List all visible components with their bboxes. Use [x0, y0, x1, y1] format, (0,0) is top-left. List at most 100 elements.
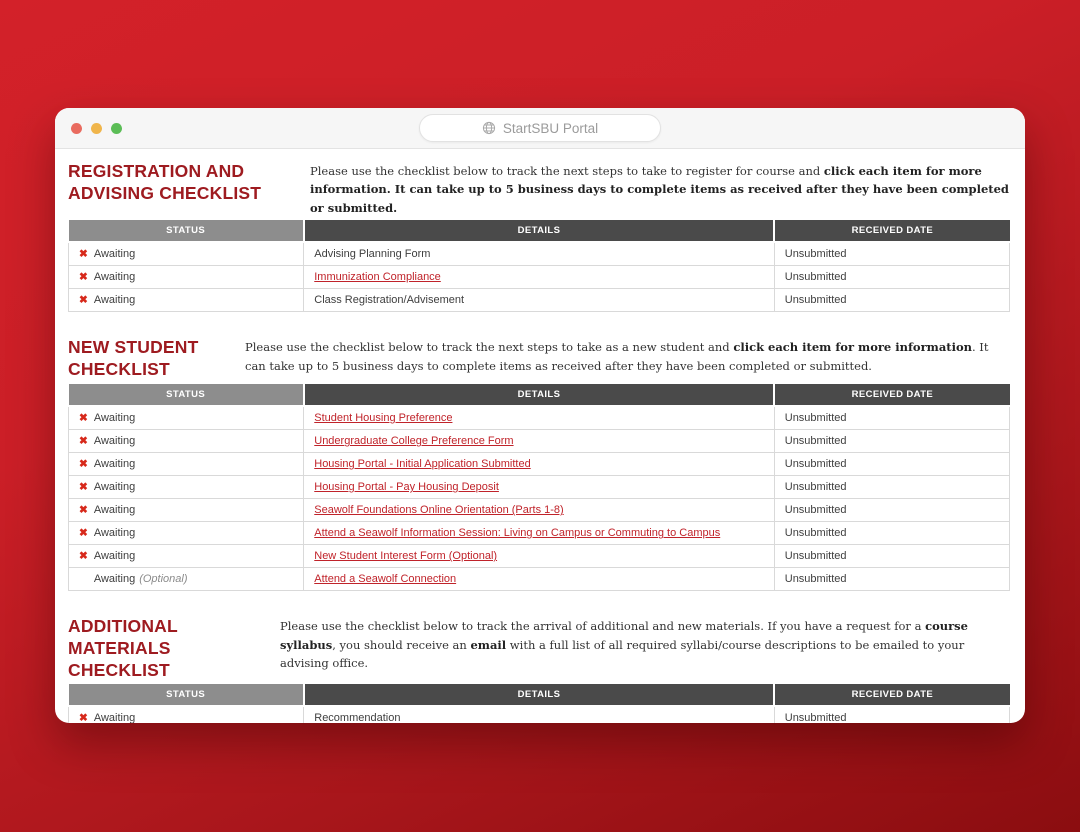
table-header-row: STATUSDETAILSRECEIVED DATE: [69, 684, 1010, 706]
detail-link[interactable]: New Student Interest Form (Optional): [314, 550, 497, 562]
paragraph-segment: Please use the checklist below to track …: [310, 164, 824, 178]
checklist-table: STATUSDETAILSRECEIVED DATE ✖Awaiting Reco…: [68, 684, 1010, 723]
status-label: Awaiting: [94, 435, 135, 447]
column-header-status: STATUS: [69, 384, 304, 406]
status-label: Awaiting: [94, 527, 135, 539]
table-row: ✖ Awaiting Attend a Seawolf Information Se…: [69, 522, 1010, 545]
section-description: Please use the checklist below to track …: [245, 338, 1010, 381]
status-cell: ✖Awaiting(Optional): [69, 568, 304, 591]
status-label: Awaiting: [94, 271, 135, 283]
paragraph-segment: email: [470, 638, 506, 652]
awaiting-x-icon: ✖: [79, 481, 88, 493]
section-title: NEW STUDENT CHECKLIST: [68, 337, 245, 381]
status-cell: ✖ Awaiting: [69, 242, 304, 266]
detail-link[interactable]: Attend a Seawolf Information Session: Li…: [314, 527, 720, 539]
detail-link[interactable]: Immunization Compliance: [314, 271, 441, 283]
status-cell: ✖ Awaiting: [69, 289, 304, 312]
column-header-received-date: RECEIVED DATE: [774, 220, 1009, 242]
status-cell: ✖ Awaiting: [69, 430, 304, 453]
received-date-cell: Unsubmitted: [774, 406, 1009, 430]
awaiting-x-icon: ✖: [79, 527, 88, 539]
address-bar-text: StartSBU Portal: [503, 121, 598, 136]
details-cell: Immunization Compliance: [304, 266, 775, 289]
status-cell: ✖Awaiting: [69, 706, 304, 723]
column-header-received-date: RECEIVED DATE: [774, 684, 1009, 706]
received-date-cell: Unsubmitted: [774, 568, 1009, 591]
details-cell: Undergraduate College Preference Form: [304, 430, 775, 453]
received-date-cell: Unsubmitted: [774, 289, 1009, 312]
detail-text: Advising Planning Form: [314, 248, 430, 260]
table-row: ✖Awaiting(Optional) Attend a Seawolf Conn…: [69, 568, 1010, 591]
table-row: ✖ Awaiting Immunization Compliance Unsubmit…: [69, 266, 1010, 289]
status-cell: ✖ Awaiting: [69, 266, 304, 289]
column-header-received-date: RECEIVED DATE: [774, 384, 1009, 406]
received-date-cell: Unsubmitted: [774, 706, 1009, 723]
received-date-cell: Unsubmitted: [774, 453, 1009, 476]
status-label: Awaiting: [94, 248, 135, 260]
status-label: Awaiting: [94, 294, 135, 306]
table-row: ✖Awaiting Recommendation Unsubmitted: [69, 706, 1010, 723]
details-cell: Housing Portal - Initial Application Sub…: [304, 453, 775, 476]
column-header-status: STATUS: [69, 684, 304, 706]
status-cell: ✖Awaiting: [69, 476, 304, 499]
globe-icon: [482, 121, 496, 135]
detail-link[interactable]: Student Housing Preference: [314, 412, 452, 424]
status-cell: ✖Awaiting: [69, 453, 304, 476]
details-cell: Recommendation: [304, 706, 775, 723]
awaiting-x-icon: ✖: [79, 271, 88, 283]
detail-link[interactable]: Housing Portal - Initial Application Sub…: [314, 458, 530, 470]
received-date-cell: Unsubmitted: [774, 476, 1009, 499]
awaiting-x-icon: ✖: [79, 294, 88, 306]
awaiting-x-icon: ✖: [79, 504, 88, 516]
section-title: ADDITIONAL MATERIALS CHECKLIST: [68, 616, 280, 681]
status-cell: ✖ Awaiting: [69, 545, 304, 568]
received-date-cell: Unsubmitted: [774, 522, 1009, 545]
status-label: Awaiting: [94, 550, 135, 562]
page-content: REGISTRATION AND ADVISING CHECKLIST Plea…: [55, 149, 1025, 723]
close-window-button[interactable]: [71, 123, 82, 134]
status-label: Awaiting: [94, 573, 135, 585]
address-bar[interactable]: StartSBU Portal: [419, 114, 661, 142]
details-cell: New Student Interest Form (Optional): [304, 545, 775, 568]
zoom-window-button[interactable]: [111, 123, 122, 134]
awaiting-x-icon: ✖: [79, 712, 88, 723]
status-label: Awaiting: [94, 504, 135, 516]
column-header-details: DETAILS: [304, 684, 775, 706]
awaiting-x-icon: ✖: [79, 550, 88, 562]
detail-link[interactable]: Attend a Seawolf Connection: [314, 573, 456, 585]
table-row: ✖Awaiting Student Housing Preference Unsub…: [69, 406, 1010, 430]
details-cell: Class Registration/Advisement: [304, 289, 775, 312]
detail-link[interactable]: Housing Portal - Pay Housing Deposit: [314, 481, 499, 493]
table-row: ✖Awaiting Housing Portal - Initial Applic…: [69, 453, 1010, 476]
status-cell: ✖ Awaiting: [69, 522, 304, 545]
details-cell: Attend a Seawolf Information Session: Li…: [304, 522, 775, 545]
received-date-cell: Unsubmitted: [774, 545, 1009, 568]
table-row: ✖ Awaiting Seawolf Foundations Online Orie…: [69, 499, 1010, 522]
table-row: ✖ Awaiting Class Registration/AdvisementUn…: [69, 289, 1010, 312]
status-cell: ✖Awaiting: [69, 406, 304, 430]
status-cell: ✖ Awaiting: [69, 499, 304, 522]
received-date-cell: Unsubmitted: [774, 266, 1009, 289]
awaiting-x-icon: ✖: [79, 435, 88, 447]
column-header-details: DETAILS: [304, 384, 775, 406]
traffic-light-buttons: [71, 108, 122, 148]
section-title: REGISTRATION AND ADVISING CHECKLIST: [68, 161, 310, 217]
details-cell: Seawolf Foundations Online Orientation (…: [304, 499, 775, 522]
window-titlebar: StartSBU Portal: [55, 108, 1025, 149]
minimize-window-button[interactable]: [91, 123, 102, 134]
detail-text: Recommendation: [314, 712, 400, 723]
browser-window: StartSBU Portal REGISTRATION AND ADVISIN…: [55, 108, 1025, 723]
awaiting-x-icon: ✖: [79, 248, 88, 260]
section-description: Please use the checklist below to track …: [280, 617, 1010, 681]
table-header-row: STATUSDETAILSRECEIVED DATE: [69, 220, 1010, 242]
paragraph-segment: , you should receive an: [332, 638, 470, 652]
details-cell: Housing Portal - Pay Housing Deposit: [304, 476, 775, 499]
section-additional-materials: ADDITIONAL MATERIALS CHECKLIST Please us…: [68, 616, 1010, 723]
detail-link[interactable]: Undergraduate College Preference Form: [314, 435, 513, 447]
section-new-student: NEW STUDENT CHECKLIST Please use the che…: [68, 337, 1010, 591]
details-cell: Student Housing Preference: [304, 406, 775, 430]
details-cell: Attend a Seawolf Connection: [304, 568, 775, 591]
detail-link[interactable]: Seawolf Foundations Online Orientation (…: [314, 504, 563, 516]
column-header-status: STATUS: [69, 220, 304, 242]
section-description: Please use the checklist below to track …: [310, 162, 1010, 217]
